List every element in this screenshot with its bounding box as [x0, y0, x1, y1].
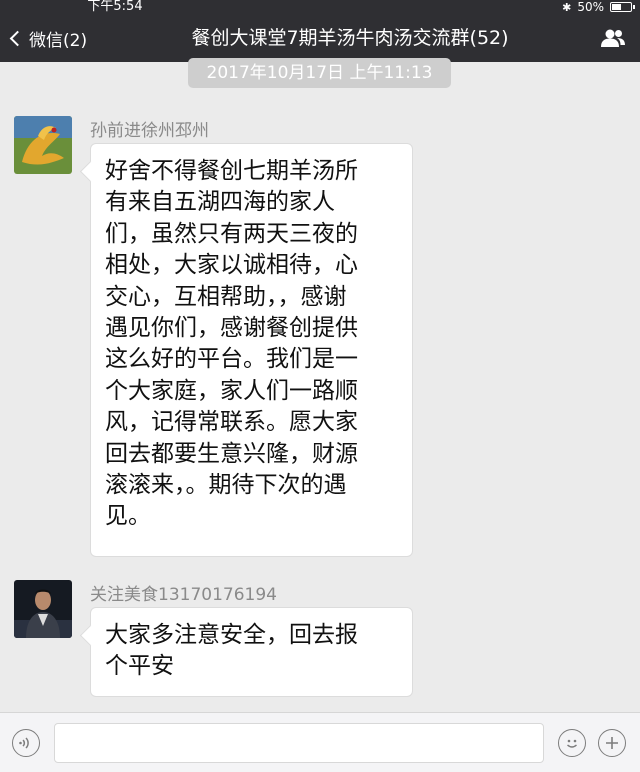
avatar[interactable] — [14, 116, 72, 174]
back-label: 微信(2) — [29, 30, 88, 51]
sender-name: 孙前进徐州邳州 — [90, 121, 209, 141]
message-bubble[interactable]: 大家多注意安全，回去报 个平安 — [90, 607, 413, 697]
status-right: ✱ 50% — [562, 0, 635, 14]
plus-glyph-icon — [606, 737, 618, 749]
message-bubble[interactable]: 好舍不得餐创七期羊汤所 有来自五湖四海的家人 们，虽然只有两天三夜的 相处，大家… — [90, 143, 413, 557]
status-time: 下午5:54 — [87, 0, 143, 14]
back-button[interactable]: 微信(2) — [8, 14, 87, 62]
plus-icon[interactable] — [598, 729, 626, 757]
voice-icon[interactable] — [12, 729, 40, 757]
input-bar — [0, 712, 640, 772]
people-icon[interactable] — [600, 28, 626, 48]
message-input[interactable] — [54, 723, 544, 763]
avatar[interactable] — [14, 580, 72, 638]
top-bar: 下午5:54 ✱ 50% 微信(2) 餐创大课堂7期羊汤牛肉汤交流群(52) — [0, 0, 640, 62]
chat-timestamp: 2017年10月17日 上午11:13 — [188, 58, 451, 88]
voice-wave-icon — [19, 737, 29, 749]
battery-icon — [610, 2, 635, 12]
nav-bar: 微信(2) 餐创大课堂7期羊汤牛肉汤交流群(52) — [0, 14, 640, 62]
emoji-icon[interactable] — [558, 729, 586, 757]
battery-percent: 50% — [577, 0, 604, 14]
sender-name: 关注美食13170176194 — [90, 585, 277, 605]
chat-title: 餐创大课堂7期羊汤牛肉汤交流群(52) — [191, 27, 509, 49]
bluetooth-icon: ✱ — [562, 0, 572, 14]
smile-icon — [567, 739, 577, 748]
chevron-left-icon — [9, 30, 26, 46]
